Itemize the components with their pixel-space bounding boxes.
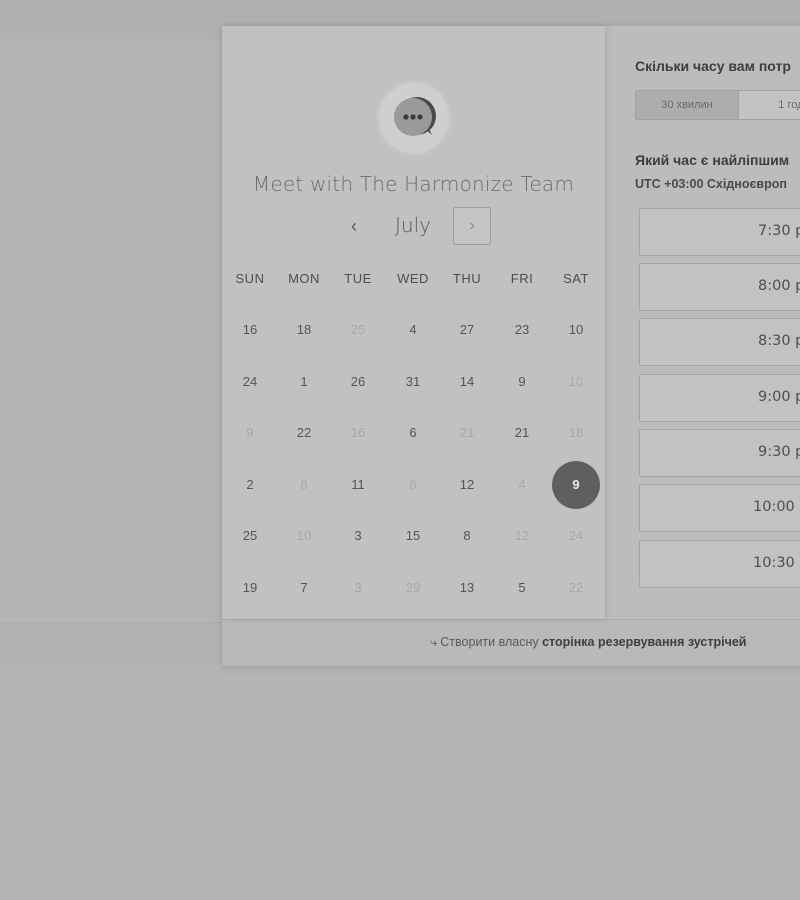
page-divider: [0, 622, 230, 623]
weekday-tue: TUE: [344, 271, 372, 286]
time-slot-label: 8:00 р: [758, 278, 800, 294]
calendar-day[interactable]: 10: [549, 320, 603, 340]
calendar-day[interactable]: 1: [277, 372, 331, 392]
calendar-day-disabled: 24: [568, 528, 584, 543]
footer-prefix: Створити власну: [440, 635, 539, 649]
duration-question: Скільки часу вам потр: [635, 58, 791, 74]
calendar-day[interactable]: 8: [440, 526, 494, 546]
calendar-day-disabled: 10: [296, 528, 312, 543]
duration-toggle: 30 хвилин 1 годи: [635, 90, 800, 120]
calendar-day[interactable]: 23: [495, 320, 549, 340]
page-side-band: [0, 623, 230, 663]
calendar-day-disabled: 3: [354, 580, 362, 595]
chevron-left-icon: ‹: [351, 216, 357, 236]
weekday-wed: WED: [397, 271, 429, 286]
create-booking-page-link[interactable]: ⤷ Створити власну сторінка резервування з…: [430, 634, 746, 650]
calendar-day[interactable]: 16: [223, 320, 277, 340]
time-slot[interactable]: 10:00: [639, 484, 800, 532]
time-panel: Скільки часу вам потр 30 хвилин 1 годи Я…: [605, 26, 800, 619]
calendar-day[interactable]: 3: [331, 526, 385, 546]
time-slot-label: 10:00: [753, 499, 795, 515]
calendar-day[interactable]: 12: [440, 475, 494, 495]
calendar-day-disabled: 10: [568, 374, 584, 389]
sparkle-arrow-icon: ⤷: [430, 634, 438, 649]
time-slot[interactable]: 9:30 р: [639, 429, 800, 477]
chat-bubble-icon: [394, 97, 436, 136]
calendar-day-disabled: 22: [568, 580, 584, 595]
widget-footer: ⤷ Створити власну сторінка резервування з…: [222, 619, 800, 666]
calendar-week: 9 22 16 6 21 21 18: [222, 423, 605, 453]
calendar-day[interactable]: 7: [277, 578, 331, 598]
calendar-week: 25 10 3 15 8 12 24: [222, 526, 605, 556]
time-slot-label: 10:30: [753, 555, 795, 571]
calendar-day[interactable]: 27: [440, 320, 494, 340]
calendar-day-disabled: 8: [409, 477, 417, 492]
calendar-day[interactable]: 4: [386, 320, 440, 340]
calendar-day[interactable]: 9: [495, 372, 549, 392]
calendar-day[interactable]: 15: [386, 526, 440, 546]
chevron-right-icon: ›: [469, 217, 475, 234]
org-title: Meet with The Harmonize Team: [252, 172, 575, 196]
calendar-week: 2 8 11 8 12 4 9: [222, 461, 605, 509]
time-slot-label: 7:30 р: [758, 223, 800, 239]
calendar-day[interactable]: 24: [223, 372, 277, 392]
calendar-day[interactable]: 22: [277, 423, 331, 443]
calendar-day[interactable]: 14: [440, 372, 494, 392]
time-slot[interactable]: 8:30 р: [639, 318, 800, 366]
calendar-day-disabled: 4: [518, 477, 526, 492]
calendar-week: 16 18 25 4 27 23 10: [222, 320, 605, 350]
calendar-day-selected[interactable]: 9: [552, 461, 600, 509]
duration-option-30[interactable]: 30 хвилин: [636, 91, 739, 119]
time-question: Який час є найліпшим: [635, 152, 790, 168]
calendar-day-disabled: 18: [568, 425, 584, 440]
calendar-day[interactable]: 31: [386, 372, 440, 392]
calendar-day-disabled: 16: [350, 425, 366, 440]
calendar-day[interactable]: 13: [440, 578, 494, 598]
calendar-day[interactable]: 2: [223, 475, 277, 495]
org-avatar: [379, 83, 449, 153]
time-slot-label: 8:30 р: [758, 333, 800, 349]
calendar-day-disabled: 8: [300, 477, 308, 492]
calendar-day[interactable]: 21: [495, 423, 549, 443]
calendar-day[interactable]: 11: [331, 475, 385, 495]
calendar-panel: Meet with The Harmonize Team ‹ July › SU…: [222, 26, 605, 619]
footer-link-text: сторінка резервування зустрічей: [542, 635, 747, 649]
calendar-day-disabled: 12: [514, 528, 530, 543]
calendar-day[interactable]: 19: [223, 578, 277, 598]
calendar-day-disabled: 9: [246, 425, 254, 440]
booking-widget: Meet with The Harmonize Team ‹ July › SU…: [222, 26, 800, 666]
time-slot-label: 9:30 р: [758, 444, 800, 460]
calendar-day-disabled: 21: [459, 425, 475, 440]
calendar-day-disabled: 29: [405, 580, 421, 595]
timezone-selector[interactable]: UTC +03:00 Східноєвроп: [635, 177, 787, 191]
calendar-day[interactable]: 5: [495, 578, 549, 598]
time-slot-label: 9:00 р: [758, 389, 800, 405]
time-slot[interactable]: 8:00 р: [639, 263, 800, 311]
weekday-sat: SAT: [563, 271, 589, 286]
weekday-header: SUN MON TUE WED THU FRI SAT: [222, 270, 605, 300]
calendar-day[interactable]: 18: [277, 320, 331, 340]
duration-option-60[interactable]: 1 годи: [739, 91, 800, 119]
weekday-fri: FRI: [510, 271, 534, 286]
month-label: July: [395, 213, 431, 237]
weekday-thu: THU: [452, 271, 482, 286]
time-slot[interactable]: 7:30 р: [639, 208, 800, 256]
weekday-sun: SUN: [235, 271, 265, 286]
weekday-mon: MON: [288, 271, 320, 286]
prev-month-button[interactable]: ‹: [342, 212, 366, 240]
calendar-day-disabled: 25: [350, 322, 366, 337]
next-month-button[interactable]: ›: [453, 207, 491, 245]
calendar-day[interactable]: 26: [331, 372, 385, 392]
calendar-week: 24 1 26 31 14 9 10: [222, 372, 605, 402]
calendar-day[interactable]: 25: [223, 526, 277, 546]
calendar-day[interactable]: 6: [386, 423, 440, 443]
scroll-fade: [605, 579, 800, 619]
calendar-week: 19 7 3 29 13 5 22: [222, 578, 605, 608]
time-slot[interactable]: 9:00 р: [639, 374, 800, 422]
